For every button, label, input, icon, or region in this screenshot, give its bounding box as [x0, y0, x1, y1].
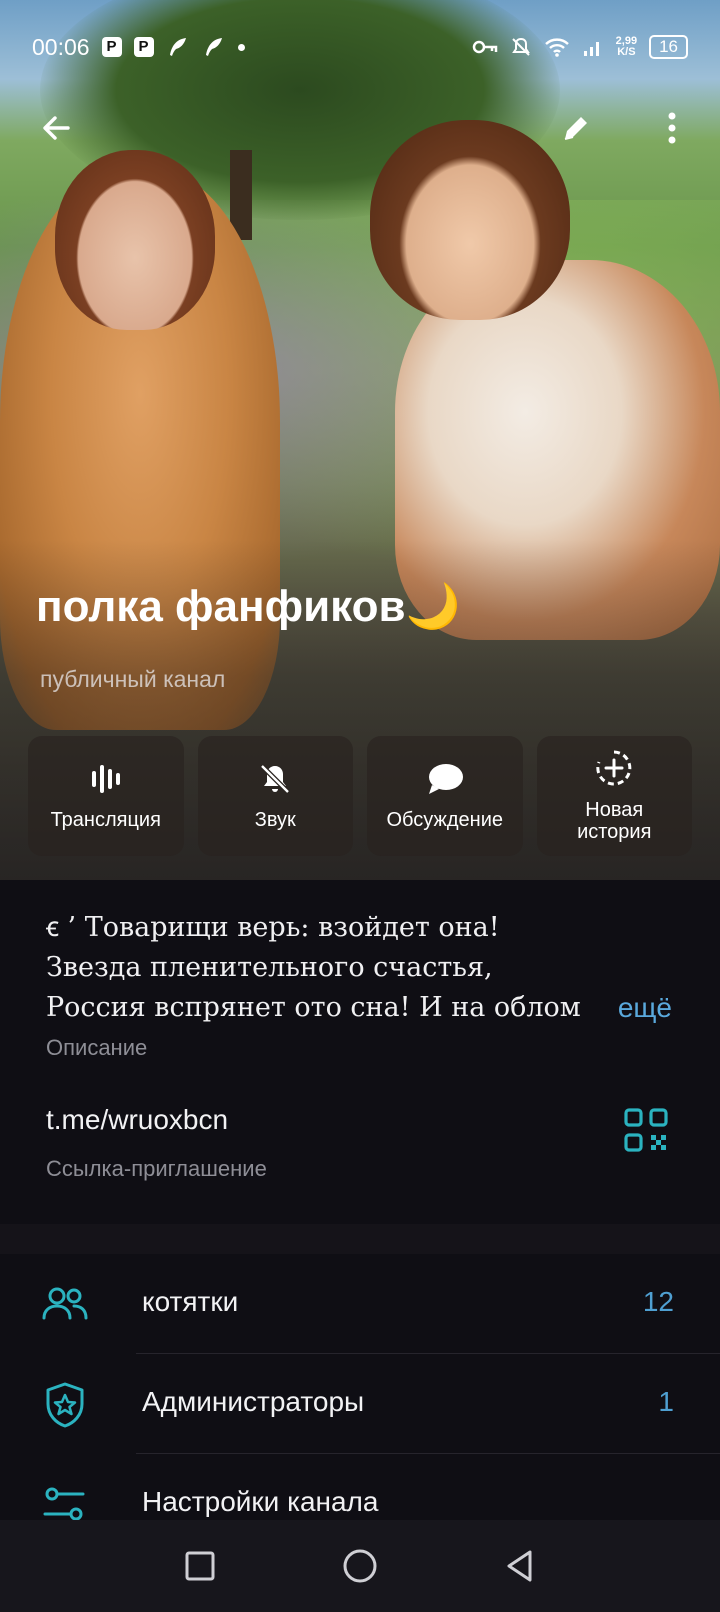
settings-sliders-icon: [43, 1487, 85, 1520]
edit-button[interactable]: [548, 100, 604, 156]
show-more-link[interactable]: ещё: [583, 988, 672, 1028]
admin-shield-icon: [46, 1382, 84, 1428]
list-item-administrators[interactable]: Администраторы 1: [0, 1354, 720, 1454]
notification-app-icon: P: [133, 37, 154, 57]
action-label: Трансляция: [50, 809, 161, 831]
list-item-channel-settings[interactable]: Настройки канала: [0, 1454, 720, 1520]
battery-level: 16: [649, 35, 688, 59]
description-line-last: Россия вспрянет ото сна! И на облом ещё: [46, 988, 672, 1028]
qr-code-button[interactable]: [622, 1106, 670, 1154]
section-separator: [0, 1224, 720, 1254]
description-caption: Описание: [46, 1035, 148, 1060]
channel-description[interactable]: ꞓ ’ Товарищи верь: взойдет она! Звезда п…: [46, 908, 686, 1028]
description-line: ꞓ ’ Товарищи верь: взойдет она!: [46, 912, 500, 943]
circle-icon: [343, 1549, 377, 1583]
system-navigation-bar: [0, 1520, 720, 1612]
bell-muted-icon: [260, 764, 291, 794]
new-story-icon: [596, 750, 632, 786]
action-label: Обсуждение: [386, 809, 504, 831]
list-item-count: 1: [658, 1386, 674, 1417]
action-label: Звук: [254, 809, 296, 831]
channel-menu-list: котятки 12 Администраторы 1 Настройки ка…: [0, 1254, 720, 1520]
cover-face-left: [55, 150, 215, 330]
status-time: 00:06: [32, 33, 90, 60]
more-vertical-icon: [668, 112, 676, 144]
network-speed: 2,99 K/S: [615, 35, 638, 58]
live-stream-button[interactable]: Трансляция: [28, 736, 184, 856]
notification-app-icon: P: [101, 37, 122, 57]
more-notifications-dot: [237, 43, 245, 51]
pencil-icon: [564, 117, 587, 140]
top-app-bar: [0, 100, 720, 160]
subscribers-icon: [42, 1287, 88, 1320]
qr-code-icon: [624, 1108, 668, 1152]
home-button[interactable]: [330, 1536, 390, 1596]
sound-button[interactable]: Звук: [197, 736, 353, 856]
live-stream-icon: [91, 765, 120, 793]
invite-link-caption: Ссылка-приглашение: [46, 1156, 267, 1181]
new-story-button[interactable]: Новая история: [536, 736, 692, 856]
status-bar: 00:06 P P 2,99 K/S 16: [0, 0, 720, 72]
list-item-label: котятки: [142, 1286, 239, 1317]
channel-title: полка фанфиков🌙: [36, 582, 461, 631]
arrow-back-icon: [43, 116, 70, 140]
chat-bubble-icon: [428, 764, 463, 794]
recent-apps-button[interactable]: [170, 1536, 230, 1596]
vpn-key-icon: [472, 40, 497, 54]
description-line: Звезда пленительного счастья,: [46, 952, 493, 983]
bell-off-icon: [511, 37, 530, 56]
feather-icon: [169, 38, 186, 56]
invite-link[interactable]: t.me/wruoxbcn: [46, 1104, 228, 1136]
action-label: Новая история: [577, 799, 652, 843]
more-options-button[interactable]: [644, 100, 700, 156]
wifi-icon: [544, 38, 569, 57]
back-button[interactable]: [28, 100, 84, 156]
list-item-subscribers[interactable]: котятки 12: [0, 1254, 720, 1354]
channel-info-section: ꞓ ’ Товарищи верь: взойдет она! Звезда п…: [0, 880, 720, 1224]
triangle-back-icon: [507, 1550, 532, 1582]
square-icon: [185, 1551, 215, 1581]
list-item-label: Администраторы: [142, 1386, 365, 1417]
list-item-label: Настройки канала: [142, 1486, 379, 1517]
signal-icon: [583, 42, 599, 56]
channel-type-label: публичный канал: [40, 666, 226, 692]
action-buttons-row: Трансляция Звук Обсуждение Новая история: [28, 736, 692, 856]
feather-icon: [205, 38, 222, 56]
system-back-button[interactable]: [490, 1536, 550, 1596]
list-item-count: 12: [642, 1286, 674, 1317]
discussion-button[interactable]: Обсуждение: [367, 736, 523, 856]
